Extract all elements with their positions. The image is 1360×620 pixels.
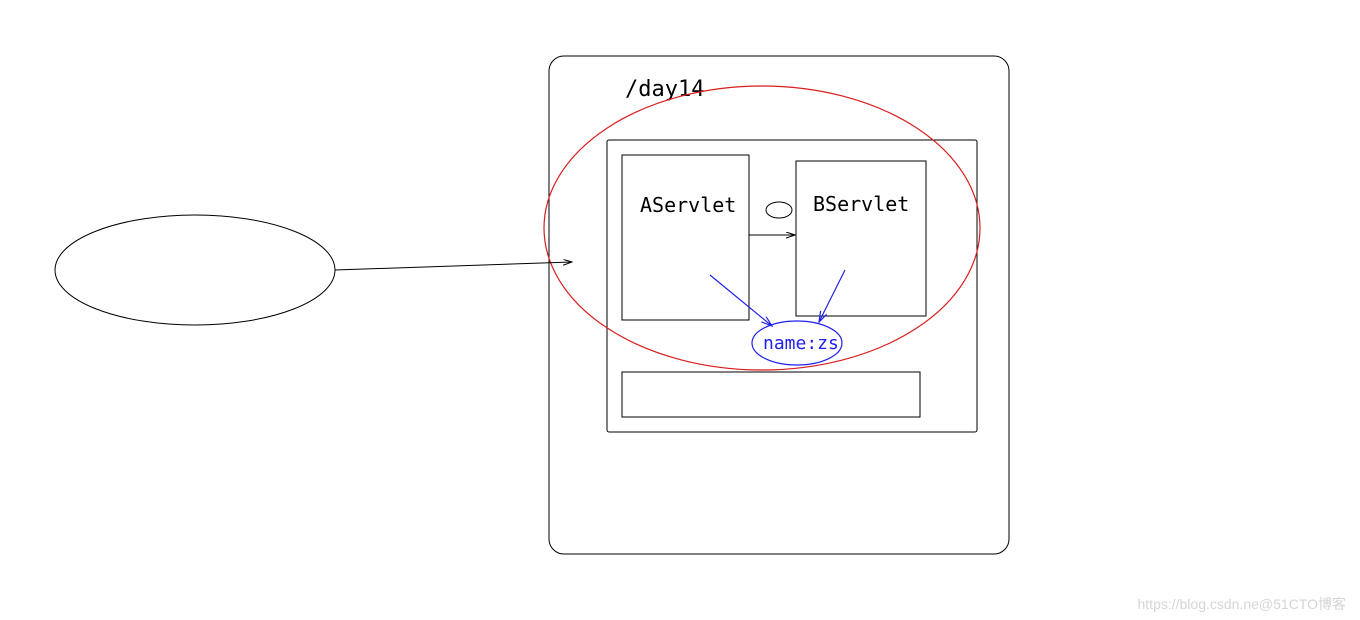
watermark: https://blog.csdn.ne@51CTO博客 [1138, 594, 1347, 614]
servlet-forward-diagram: /day14 AServlet BServlet name:zs [0, 0, 1360, 620]
scope-arrow-b [819, 270, 845, 322]
highlight-ellipse [544, 86, 980, 370]
webapp-container [549, 56, 1009, 554]
servlet-a-box [622, 155, 749, 320]
container-label: /day14 [625, 77, 704, 102]
request-arrow [335, 262, 572, 270]
servlet-a-label: AServlet [640, 193, 736, 217]
scope-arrow-a [710, 275, 772, 326]
request-scope-label: name:zs [763, 333, 839, 354]
client-ellipse [55, 215, 335, 325]
response-rect [622, 372, 920, 417]
servlet-b-label: BServlet [813, 192, 909, 216]
context-rect [607, 140, 977, 432]
servlet-b-box [796, 161, 926, 316]
request-token-ellipse [766, 202, 792, 218]
